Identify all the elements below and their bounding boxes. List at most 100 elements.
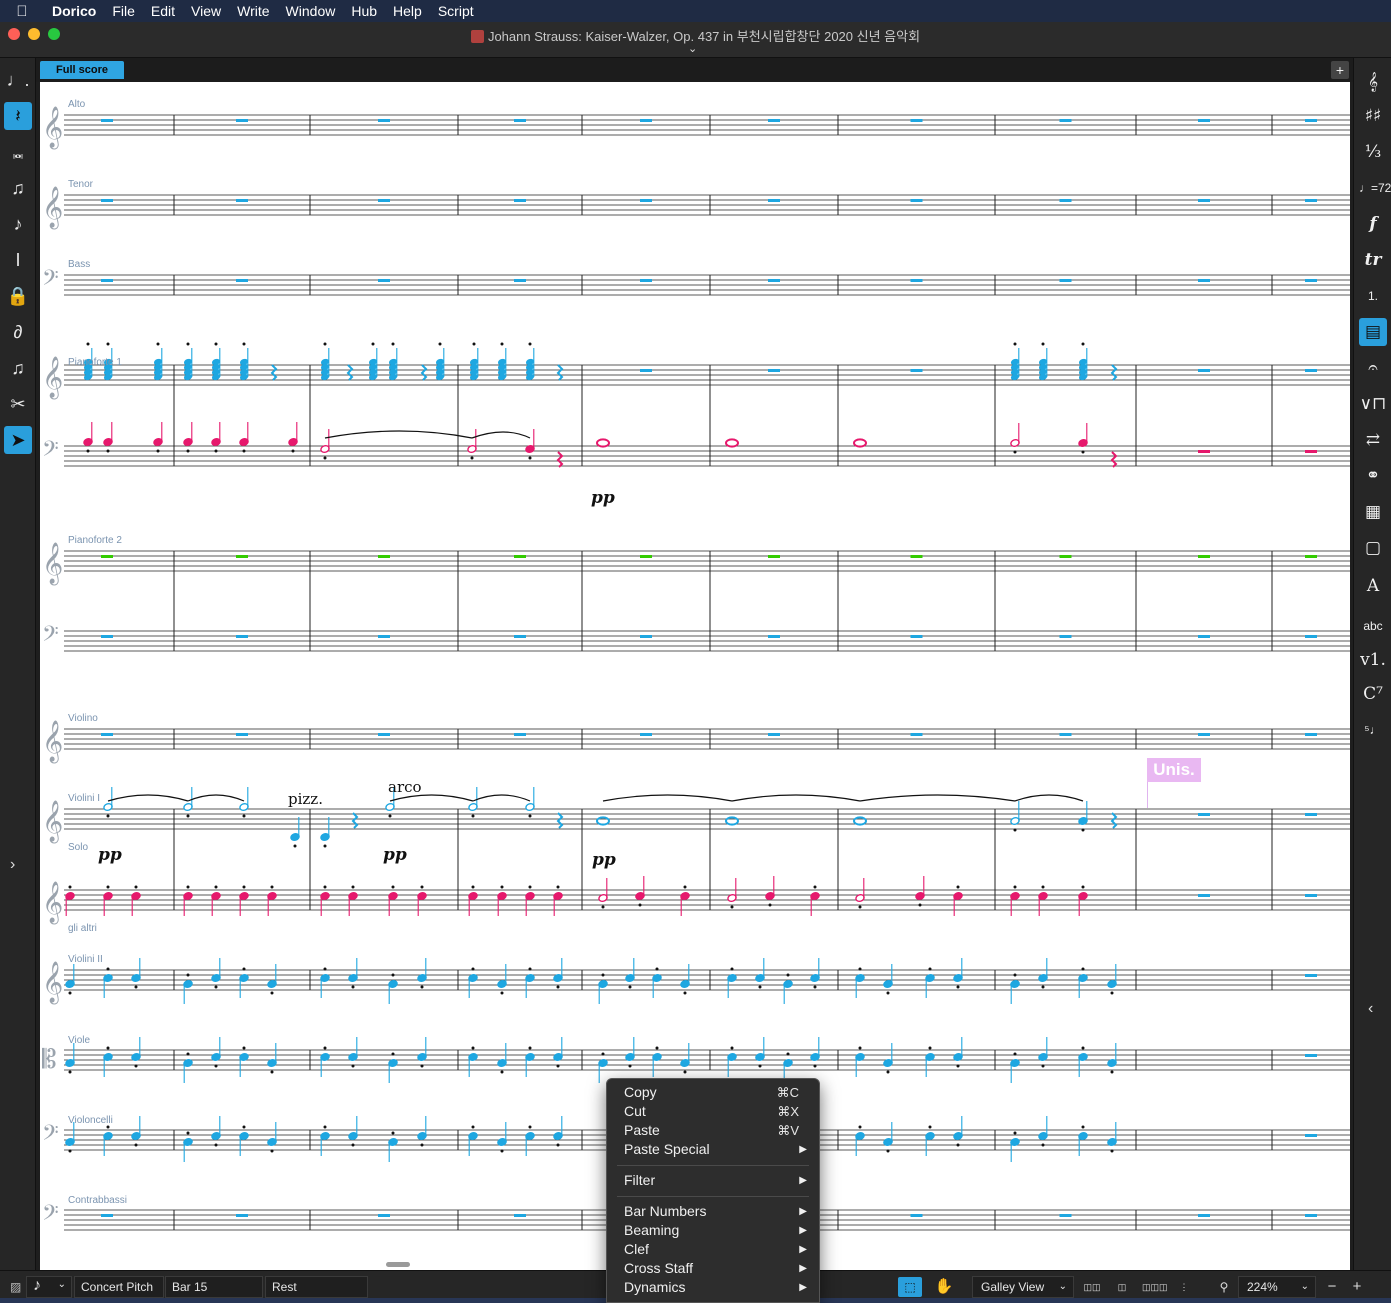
staccato-dot bbox=[186, 1052, 190, 1056]
grace-note-slash-icon[interactable]: ♪ bbox=[4, 210, 32, 238]
menu-write[interactable]: Write bbox=[229, 3, 277, 19]
dynamic-pp-solo-2[interactable]: pp bbox=[383, 845, 407, 865]
staccato-dot bbox=[1081, 450, 1085, 454]
context-menu-cross-staff[interactable]: Cross Staff ▶ bbox=[607, 1259, 819, 1278]
zoom-in-button[interactable]: + bbox=[1345, 1277, 1369, 1297]
bar-rest bbox=[236, 279, 248, 282]
dynamic-pp-solo-1[interactable]: pp bbox=[98, 845, 122, 865]
page-arrangement-stacked-icon[interactable]: ⋮ bbox=[1172, 1277, 1196, 1297]
zoom-select[interactable]: 224% ⌄ bbox=[1238, 1276, 1316, 1298]
apple-icon[interactable]:  bbox=[0, 3, 44, 20]
lock-duration-icon[interactable]: 🔒 bbox=[4, 282, 32, 310]
bar-rest bbox=[910, 369, 923, 372]
playing-techniques-icon[interactable]: ▤ bbox=[1359, 318, 1387, 346]
menu-help[interactable]: Help bbox=[385, 3, 430, 19]
staccato-dot bbox=[601, 1052, 605, 1056]
key-signature-icon[interactable]: ♯♯ bbox=[1359, 102, 1387, 130]
staccato-dot bbox=[471, 814, 475, 818]
menu-view[interactable]: View bbox=[183, 3, 229, 19]
bar-rest bbox=[640, 369, 652, 372]
unis-flag[interactable]: Unis. bbox=[1147, 758, 1201, 782]
tab-full-score[interactable]: Full score bbox=[40, 61, 124, 79]
menu-hub[interactable]: Hub bbox=[343, 3, 385, 19]
magnifier-icon[interactable]: ⚲ bbox=[1212, 1277, 1236, 1297]
text-icon[interactable]: A bbox=[1359, 572, 1387, 600]
pointer-icon[interactable]: ➤ bbox=[4, 426, 32, 454]
chord-icon[interactable]: ♫ bbox=[4, 354, 32, 382]
bar-rest bbox=[1305, 813, 1317, 816]
comment-icon[interactable]: ▢ bbox=[1359, 534, 1387, 562]
caret-icon[interactable]: ∂ bbox=[4, 318, 32, 346]
grace-note-icon[interactable]: ♫ bbox=[4, 174, 32, 202]
page-arrangement-horizontal-icon[interactable]: ◫◫◫ bbox=[1142, 1277, 1168, 1297]
hand-tool[interactable]: ✋ bbox=[932, 1277, 956, 1297]
version-icon[interactable]: v1. bbox=[1359, 646, 1387, 674]
context-menu-paste-special[interactable]: Paste Special ▶ bbox=[607, 1140, 819, 1159]
bar-rest bbox=[1198, 894, 1210, 897]
concert-pitch-toggle[interactable]: Concert Pitch bbox=[74, 1276, 164, 1298]
staccato-dot bbox=[106, 342, 110, 346]
chord-symbols-icon[interactable]: C⁷ bbox=[1359, 680, 1387, 708]
context-menu-beaming[interactable]: Beaming ▶ bbox=[607, 1221, 819, 1240]
figured-bass-icon[interactable]: ⁵♩ bbox=[1359, 716, 1387, 744]
treble-clef-icon[interactable]: 𝄞 bbox=[1359, 68, 1387, 96]
bar-rest bbox=[1305, 199, 1317, 202]
menu-edit[interactable]: Edit bbox=[143, 3, 183, 19]
dotted-quarter-note-icon[interactable]: ♩. bbox=[4, 66, 32, 94]
quarter-rest bbox=[1110, 451, 1118, 468]
dynamic-pp-piano[interactable]: pp bbox=[591, 488, 615, 508]
context-menu-dynamics[interactable]: Dynamics ▶ bbox=[607, 1278, 819, 1297]
chevron-down-icon[interactable]: ⌄ bbox=[688, 42, 697, 55]
ear-icon[interactable]: ⚭ bbox=[1359, 462, 1387, 490]
menu-window[interactable]: Window bbox=[278, 3, 344, 19]
page-arrangement-spreads-icon[interactable]: ◫◫ bbox=[1080, 1277, 1104, 1297]
marquee-select-tool[interactable]: ⬚ bbox=[898, 1277, 922, 1297]
page-arrangement-vertical-icon[interactable]: ◫ bbox=[1110, 1277, 1134, 1297]
scissors-icon[interactable]: ✂ bbox=[4, 390, 32, 418]
staccato-dot bbox=[471, 1125, 475, 1129]
clapper-icon[interactable]: ▦ bbox=[1359, 498, 1387, 526]
context-menu-clef[interactable]: Clef ▶ bbox=[607, 1240, 819, 1259]
horizontal-scroll-handle[interactable] bbox=[386, 1262, 410, 1267]
context-menu-filter[interactable]: Filter ▶ bbox=[607, 1171, 819, 1190]
slash-note-icon[interactable]: 𝅜 bbox=[4, 138, 32, 166]
staccato-dot bbox=[471, 967, 475, 971]
technique-pizz[interactable]: pizz. bbox=[288, 790, 323, 808]
holds-pauses-icon[interactable]: 𝄐 bbox=[1359, 354, 1387, 382]
rest-icon[interactable]: 𝄽 bbox=[4, 102, 32, 130]
paste-special-label: Paste Special bbox=[624, 1141, 710, 1157]
ornaments-icon[interactable]: tr bbox=[1359, 246, 1387, 274]
note-input-duration-select[interactable]: ♪ ⌄ bbox=[26, 1276, 72, 1298]
chevron-left-icon[interactable]: ‹ bbox=[1368, 1000, 1373, 1018]
staccato-dot bbox=[323, 844, 327, 848]
context-menu-copy[interactable]: Copy ⌘C bbox=[607, 1083, 819, 1102]
tempo-icon[interactable]: ♩=72 bbox=[1359, 174, 1391, 202]
menu-script[interactable]: Script bbox=[430, 3, 482, 19]
context-menu-cut[interactable]: Cut ⌘X bbox=[607, 1102, 819, 1121]
lyrics-icon[interactable]: abc bbox=[1359, 612, 1387, 640]
bow-icon[interactable]: ∨⊓ bbox=[1359, 390, 1387, 418]
piano-keyboard-icon[interactable]: ▨ bbox=[4, 1277, 21, 1297]
staccato-dot bbox=[293, 844, 297, 848]
repeat-markers-icon[interactable]: ⇄ bbox=[1359, 426, 1387, 454]
add-tab-button[interactable]: + bbox=[1331, 61, 1349, 79]
dynamics-icon[interactable]: f bbox=[1359, 210, 1387, 238]
view-mode-select[interactable]: Galley View ⌄ bbox=[972, 1276, 1074, 1298]
menu-file[interactable]: File bbox=[104, 3, 143, 19]
bar-rest bbox=[910, 555, 923, 558]
staccato-dot bbox=[371, 342, 375, 346]
technique-arco[interactable]: arco bbox=[388, 778, 422, 796]
chevron-right-icon[interactable]: › bbox=[10, 856, 15, 874]
staccato-dot bbox=[391, 973, 395, 977]
time-signature-icon[interactable]: ⅓ bbox=[1359, 138, 1387, 166]
staccato-dot bbox=[730, 1046, 734, 1050]
zoom-out-button[interactable]: − bbox=[1320, 1277, 1344, 1297]
repeat-ending-icon[interactable]: 1. bbox=[1359, 282, 1387, 310]
bar-rest bbox=[1059, 119, 1072, 122]
context-menu-paste[interactable]: Paste ⌘V bbox=[607, 1121, 819, 1140]
context-menu-bar-numbers[interactable]: Bar Numbers ▶ bbox=[607, 1202, 819, 1221]
staccato-dot bbox=[68, 1070, 72, 1074]
dynamic-pp-solo-3[interactable]: pp bbox=[592, 850, 616, 870]
insert-mode-icon[interactable]: I bbox=[4, 246, 32, 274]
menu-dorico[interactable]: Dorico bbox=[44, 3, 104, 19]
